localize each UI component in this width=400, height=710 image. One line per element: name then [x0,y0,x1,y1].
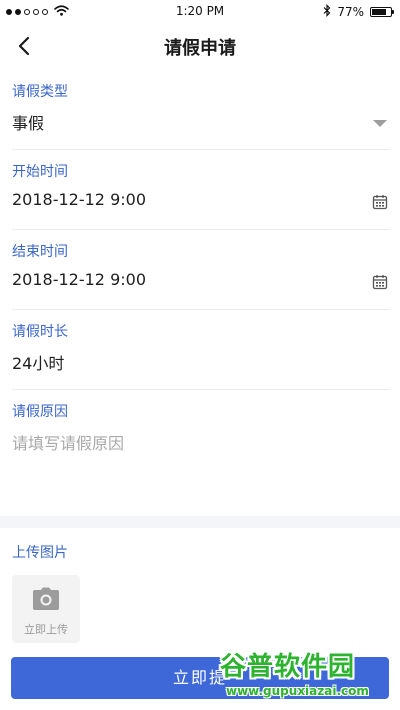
start-time-label: 开始时间 [12,164,68,180]
camera-icon [32,587,60,615]
reason-input[interactable]: 请填写请假原因 [12,430,124,454]
battery-percent: 77% [337,5,364,19]
end-time-label: 结束时间 [12,244,68,260]
duration-label: 请假时长 [12,324,68,340]
calendar-icon[interactable] [372,274,388,294]
status-bar: 1:20 PM 77% [0,0,400,24]
start-time-value[interactable]: 2018-12-12 9:00 [12,190,146,209]
battery-icon [370,7,394,17]
bluetooth-icon [323,4,331,20]
leave-type-value[interactable]: 事假 [12,110,44,134]
upload-button-label: 立即上传 [24,623,68,636]
page-title: 请假申请 [164,38,236,59]
upload-label: 上传图片 [12,545,68,561]
nav-bar: 请假申请 [0,24,400,68]
battery-level [372,9,386,15]
start-time-field[interactable]: 开始时间 2018-12-12 9:00 [12,150,390,230]
end-time-field[interactable]: 结束时间 2018-12-12 9:00 [12,230,390,310]
reason-label: 请假原因 [12,404,68,420]
leave-type-label: 请假类型 [12,84,68,100]
submit-button[interactable]: 立即提 [11,657,389,699]
leave-type-field[interactable]: 请假类型 事假 [12,70,390,150]
reason-field[interactable]: 请假原因 请填写请假原因 [12,390,390,512]
end-time-value[interactable]: 2018-12-12 9:00 [12,270,146,289]
dropdown-arrow-icon[interactable] [373,120,387,127]
upload-image-button[interactable]: 立即上传 [12,575,80,643]
calendar-icon[interactable] [372,194,388,214]
duration-value: 24小时 [12,354,65,373]
section-divider [0,516,400,528]
leave-form: 请假类型 事假 开始时间 2018-12-12 9:00 结束时间 2018-1… [12,70,390,512]
duration-field: 请假时长 24小时 [12,310,390,390]
